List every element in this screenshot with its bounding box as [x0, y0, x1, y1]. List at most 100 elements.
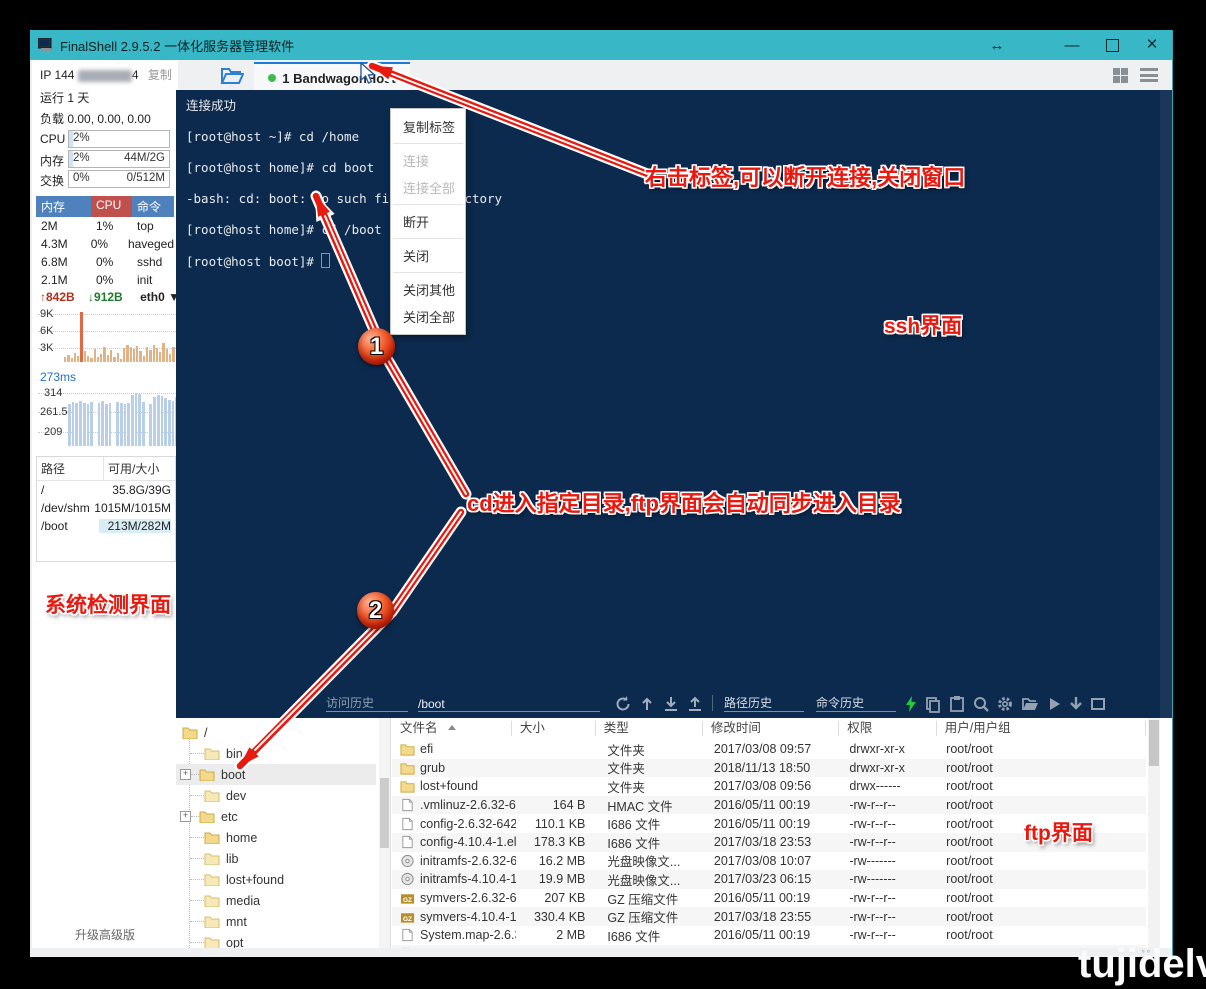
tree-item[interactable]: bin — [176, 743, 376, 764]
menu-item-close-others[interactable]: 关闭其他 — [391, 276, 465, 303]
file-row[interactable]: System.map-2.6.32-6... 2 MB I686 文件 2016… — [392, 926, 1146, 945]
window-mode-icon[interactable] — [1089, 695, 1107, 713]
upgrade-link[interactable]: 升级高级版 — [32, 926, 178, 943]
tree-item[interactable]: dev — [176, 785, 376, 806]
parent-directory-icon[interactable] — [638, 695, 656, 713]
svg-text:GZ: GZ — [403, 897, 412, 904]
menu-item-close-all[interactable]: 关闭全部 — [391, 303, 465, 330]
command-history-field[interactable]: 命令历史 — [816, 694, 896, 712]
process-row: 6.8M0%sshd — [36, 253, 174, 271]
layout-grid-icon[interactable] — [1113, 68, 1128, 83]
terminal-scrollbar[interactable] — [1160, 90, 1172, 718]
col-size[interactable]: 大小 — [512, 721, 596, 736]
net-up: ↑842B ↓912B eth0 ▼ — [40, 290, 180, 304]
menu-item-connect: 连接 — [391, 147, 465, 174]
file-icon — [400, 835, 415, 849]
resize-indicator-icon: ↔ — [977, 30, 1017, 60]
maximize-button[interactable] — [1092, 30, 1132, 60]
col-owner[interactable]: 用户/用户组 — [937, 721, 1146, 736]
tree-scrollbar[interactable] — [379, 718, 390, 948]
mouse-cursor-icon — [359, 62, 377, 86]
menu-item-close[interactable]: 关闭 — [391, 242, 465, 269]
file-row[interactable]: GZ symvers-2.6.32-642.el... 207 KB GZ 压缩… — [392, 889, 1146, 908]
download-icon[interactable] — [662, 695, 680, 713]
disk-row: /35.8G/39G — [37, 481, 175, 499]
minimize-button[interactable]: — — [1052, 30, 1092, 60]
file-row[interactable]: grub 文件夹 2018/11/13 18:50 drwxr-xr-x roo… — [392, 759, 1146, 778]
menu-item-connect-all: 连接全部 — [391, 174, 465, 201]
tree-item[interactable]: lib — [176, 848, 376, 869]
swap-detail: 0/512M — [127, 172, 165, 184]
menu-item-copy-tab[interactable]: 复制标签 — [391, 113, 465, 140]
tree-item[interactable]: home — [176, 827, 376, 848]
folder-icon — [182, 726, 198, 739]
file-table-scrollbar[interactable] — [1148, 718, 1160, 948]
ip-row: IP 144 4 复制 — [40, 66, 172, 83]
cpu-label: CPU — [40, 132, 65, 146]
paste-icon[interactable] — [948, 695, 966, 713]
tree-expander-icon[interactable]: + — [180, 811, 191, 822]
file-row[interactable]: lost+found 文件夹 2017/03/08 09:56 drwx----… — [392, 777, 1146, 796]
folder-icon — [204, 747, 220, 760]
copy-icon[interactable] — [924, 695, 942, 713]
toolbar-separator — [712, 695, 713, 711]
path-input[interactable]: /boot — [418, 697, 600, 712]
tree-item-root[interactable]: / — [176, 722, 376, 743]
disc-image-icon — [400, 854, 415, 868]
menu-separator — [393, 204, 463, 205]
menu-hamburger-icon[interactable] — [1140, 68, 1158, 82]
annotation-tab-tip: 右击标签,可以断开连接,关闭窗口 — [645, 160, 965, 192]
proc-col-cmd[interactable]: 命令 — [132, 196, 174, 217]
tree-item[interactable]: lost+found — [176, 869, 376, 890]
tree-item-boot[interactable]: + boot — [176, 764, 376, 785]
annotation-ssh-label: ssh界面 — [884, 310, 962, 340]
folder-icon — [204, 915, 220, 928]
search-icon[interactable] — [972, 695, 990, 713]
menu-item-disconnect[interactable]: 断开 — [391, 208, 465, 235]
run-icon[interactable] — [1045, 695, 1063, 713]
swap-label: 交换 — [40, 172, 64, 189]
folder-icon — [400, 761, 415, 775]
step-ball-2: 2 — [357, 592, 394, 629]
file-row[interactable]: .vmlinuz-2.6.32-642.el... 164 B HMAC 文件 … — [392, 796, 1146, 815]
folder-icon — [199, 810, 215, 823]
proc-col-cpu[interactable]: CPU — [91, 196, 132, 217]
iface-select[interactable]: eth0 ▼ — [140, 290, 180, 304]
tree-expander-icon[interactable]: + — [180, 769, 191, 780]
col-filename[interactable]: 文件名 — [392, 721, 511, 736]
file-row[interactable]: initramfs-4.10.4-1.el6.... 19.9 MB 光盘映像文… — [392, 870, 1146, 889]
disk-col-usage[interactable]: 可用/大小 — [104, 457, 175, 480]
copy-ip-link[interactable]: 复制 — [148, 68, 172, 82]
path-history-field[interactable]: 路径历史 — [724, 694, 804, 712]
proc-col-mem[interactable]: 内存 — [36, 196, 91, 217]
settings-gear-icon[interactable] — [996, 695, 1014, 713]
upload-icon[interactable] — [686, 695, 704, 713]
download-panel-icon[interactable] — [1067, 695, 1085, 713]
file-row[interactable]: GZ symvers-4.10.4-1.el6.... 330.4 KB GZ … — [392, 907, 1146, 926]
swap-value: 0% — [73, 172, 90, 184]
disk-col-path[interactable]: 路径 — [37, 457, 104, 480]
file-row[interactable]: initramfs-2.6.32-642.e... 16.2 MB 光盘映像文.… — [392, 852, 1146, 871]
col-type[interactable]: 类型 — [596, 721, 703, 736]
speed-boost-icon[interactable] — [902, 695, 920, 713]
file-icon — [400, 817, 415, 831]
mem-detail: 44M/2G — [124, 152, 165, 164]
open-connection-folder-icon[interactable] — [220, 66, 244, 85]
open-folder-icon[interactable] — [1021, 695, 1039, 713]
refresh-icon[interactable] — [614, 695, 632, 713]
col-perm[interactable]: 权限 — [839, 721, 936, 736]
file-row[interactable]: efi 文件夹 2017/03/08 09:57 drwxr-xr-x root… — [392, 740, 1146, 759]
tree-item[interactable]: media — [176, 890, 376, 911]
tree-item[interactable]: mnt — [176, 911, 376, 932]
mem-meter: 2% 44M/2G — [68, 150, 170, 168]
disk-row: /dev/shm1015M/1015M — [37, 499, 175, 517]
col-mtime[interactable]: 修改时间 — [703, 721, 839, 736]
tab-bandwagonhost[interactable]: 1 BandwagonHost — [254, 62, 410, 92]
tree-item[interactable]: opt — [176, 932, 376, 948]
tree-item-etc[interactable]: + etc — [176, 806, 376, 827]
swap-meter: 0% 0/512M — [68, 170, 170, 188]
ping-graph: 314 261.5 209 — [38, 386, 178, 448]
ftp-panel: / bin + boot dev — [176, 718, 1172, 948]
close-button[interactable]: × — [1132, 30, 1172, 60]
visit-history-field[interactable]: 访问历史 — [326, 694, 408, 712]
